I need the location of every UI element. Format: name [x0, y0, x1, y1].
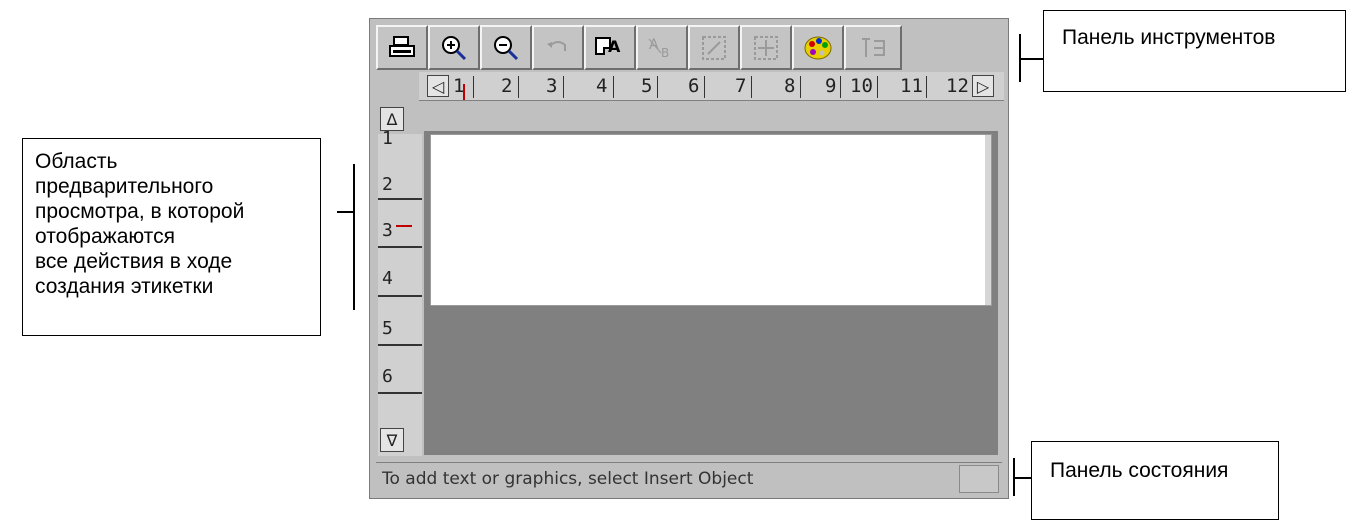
- ruler-scroll-right-icon[interactable]: ▷: [972, 75, 994, 97]
- preview-callout-line: Область: [35, 150, 118, 173]
- svg-text:B: B: [661, 46, 669, 60]
- horizontal-ruler: ◁ 1 2 3 4 5 6 7 8 9 10 11 12 ▷: [419, 72, 1004, 101]
- ruler-tick: [378, 344, 422, 346]
- toolbar-callout-leader: [1019, 58, 1043, 60]
- ruler-tick: [704, 76, 705, 98]
- ruler-number: 5: [641, 75, 653, 97]
- label-margin: [985, 135, 991, 305]
- ruler-tick: [378, 295, 422, 297]
- ruler-tick: [877, 76, 878, 98]
- ruler-tick: [518, 76, 519, 98]
- text-format-icon: A B: [648, 37, 669, 60]
- ruler-number: 8: [784, 75, 796, 97]
- zoom-in-button[interactable]: [428, 25, 480, 70]
- ruler-number: 6: [688, 75, 700, 97]
- grid-icon: [862, 37, 885, 57]
- ruler-tick: [378, 198, 422, 200]
- insert-object-icon: A: [595, 36, 621, 56]
- ruler-position-marker: [396, 225, 412, 227]
- ruler-tick: [751, 76, 752, 98]
- preview-callout-line: просмотра, в которой: [35, 200, 245, 223]
- ruler-tick: [563, 76, 564, 98]
- ruler-number: 3: [382, 220, 393, 241]
- ruler-number: 4: [382, 268, 393, 289]
- ruler-scroll-down-icon[interactable]: ∇: [380, 428, 404, 452]
- ruler-number: 3: [546, 75, 558, 97]
- zoom-in-icon: [442, 35, 467, 60]
- print-button[interactable]: [376, 25, 428, 70]
- ruler-number: 10: [850, 75, 873, 97]
- undo-button[interactable]: [532, 25, 584, 70]
- vertical-ruler: 1 2 3 4 5 6: [378, 128, 422, 456]
- color-palette-button[interactable]: [792, 25, 844, 70]
- zoom-out-icon: [494, 35, 519, 60]
- preview-callout: Область предварительного просмотра, в ко…: [22, 138, 321, 336]
- ruler-number: 4: [596, 75, 608, 97]
- ruler-position-marker: [463, 84, 465, 100]
- ruler-number: 9: [825, 75, 837, 97]
- toolbar-callout-text: Панель инструментов: [1062, 26, 1276, 49]
- ruler-number: 11: [900, 75, 923, 97]
- printer-icon: [389, 35, 415, 57]
- ruler-tick: [473, 76, 474, 98]
- insert-object-button[interactable]: A: [584, 25, 636, 70]
- resize-button[interactable]: [688, 25, 740, 70]
- align-button[interactable]: [740, 25, 792, 70]
- ruler-tick: [657, 76, 658, 98]
- status-indicator: [959, 465, 999, 493]
- statusbar-callout-leader: [1013, 477, 1031, 479]
- ruler-number: 5: [382, 318, 393, 339]
- ruler-number: 12: [946, 75, 969, 97]
- svg-text:A: A: [608, 37, 621, 56]
- ruler-tick: [378, 246, 422, 248]
- ruler-number: 2: [501, 75, 513, 97]
- statusbar-callout-text: Панель состояния: [1050, 459, 1229, 482]
- ruler-scroll-left-icon[interactable]: ◁: [427, 75, 449, 97]
- ruler-tick: [613, 76, 614, 98]
- preview-callout-bracket: [353, 164, 355, 310]
- ruler-tick: [926, 76, 927, 98]
- preview-callout-line: отображаются: [35, 225, 175, 248]
- preview-callout-line: все действия в ходе: [35, 250, 233, 273]
- ruler-number: 6: [382, 366, 393, 387]
- text-format-button[interactable]: A B: [636, 25, 688, 70]
- label-canvas[interactable]: [430, 134, 992, 306]
- ruler-tick: [800, 76, 801, 98]
- ruler-number: 7: [735, 75, 747, 97]
- extra-button[interactable]: [844, 25, 902, 70]
- status-bar: To add text or graphics, select Insert O…: [376, 462, 1002, 497]
- palette-icon: [804, 36, 832, 59]
- ruler-number: 1: [382, 128, 393, 149]
- align-icon: [754, 35, 778, 60]
- ruler-tick: [840, 76, 841, 98]
- toolbar: A A B: [376, 25, 1004, 71]
- preview-area[interactable]: [424, 131, 998, 455]
- ruler-number: 2: [382, 174, 393, 195]
- undo-icon: [547, 40, 566, 51]
- label-editor-window: A A B: [369, 18, 1009, 499]
- ruler-tick: [378, 392, 422, 394]
- resize-icon: [702, 35, 726, 60]
- preview-callout-line: создания этикетки: [35, 275, 214, 298]
- preview-callout-line: предварительного: [35, 175, 214, 198]
- zoom-out-button[interactable]: [480, 25, 532, 70]
- status-text: To add text or graphics, select Insert O…: [382, 469, 754, 489]
- toolbar-callout: Панель инструментов: [1043, 10, 1346, 92]
- statusbar-callout: Панель состояния: [1031, 441, 1279, 520]
